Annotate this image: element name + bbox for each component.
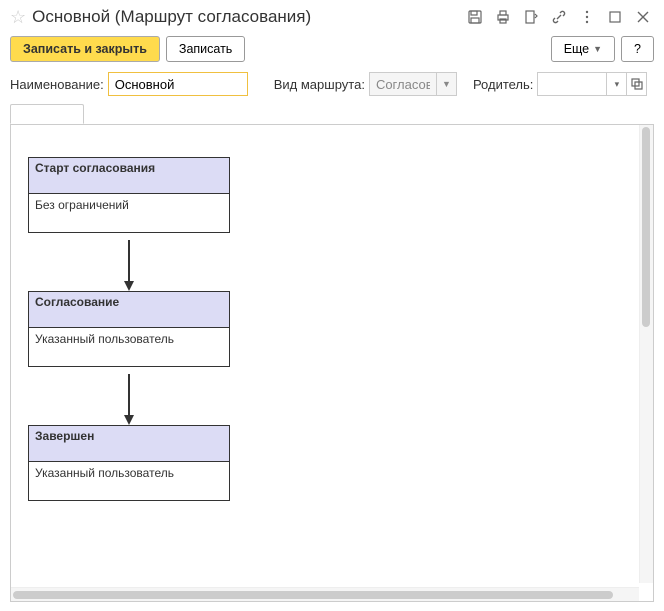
more-button[interactable]: Еще ▼ <box>551 36 615 62</box>
parent-label: Родитель: <box>473 77 533 92</box>
node-body: Без ограничений <box>29 194 229 232</box>
name-label: Наименование: <box>10 77 104 92</box>
horizontal-scrollbar[interactable] <box>11 587 639 601</box>
scrollbar-thumb[interactable] <box>13 591 613 599</box>
print-icon[interactable] <box>492 6 514 28</box>
type-label: Вид маршрута: <box>274 77 365 92</box>
node-title: Завершен <box>29 426 229 462</box>
node-body: Указанный пользователь <box>29 328 229 366</box>
parent-input[interactable] <box>537 72 607 96</box>
parent-dropdown-icon[interactable]: ▾ <box>607 72 627 96</box>
node-complete[interactable]: Завершен Указанный пользователь <box>28 425 230 501</box>
name-input[interactable] <box>108 72 248 96</box>
chevron-down-icon: ▼ <box>593 44 602 54</box>
node-title: Старт согласования <box>29 158 229 194</box>
connector-arrow <box>128 374 130 417</box>
diagram-canvas[interactable]: Старт согласования Без ограничений Согла… <box>10 124 654 602</box>
document-icon[interactable] <box>520 6 542 28</box>
close-icon[interactable] <box>632 6 654 28</box>
node-start[interactable]: Старт согласования Без ограничений <box>28 157 230 233</box>
maximize-icon[interactable] <box>604 6 626 28</box>
arrow-head-icon <box>124 281 134 291</box>
scrollbar-thumb[interactable] <box>642 127 650 327</box>
route-type-input[interactable] <box>369 72 437 96</box>
connector-arrow <box>128 240 130 283</box>
node-approval[interactable]: Согласование Указанный пользователь <box>28 291 230 367</box>
arrow-head-icon <box>124 415 134 425</box>
more-button-label: Еще <box>564 42 589 56</box>
save-icon[interactable] <box>464 6 486 28</box>
vertical-scrollbar[interactable] <box>639 125 653 583</box>
link-icon[interactable] <box>548 6 570 28</box>
save-and-close-button[interactable]: Записать и закрыть <box>10 36 160 62</box>
parent-open-icon[interactable] <box>627 72 647 96</box>
route-type-dropdown-icon[interactable]: ▼ <box>437 72 457 96</box>
page-title: Основной (Маршрут согласования) <box>32 7 311 27</box>
tab-diagram[interactable] <box>10 104 84 124</box>
save-button[interactable]: Записать <box>166 36 245 62</box>
help-button[interactable]: ? <box>621 36 654 62</box>
favorite-star-icon[interactable]: ☆ <box>10 7 26 28</box>
node-body: Указанный пользователь <box>29 462 229 500</box>
node-title: Согласование <box>29 292 229 328</box>
more-vertical-icon[interactable] <box>576 6 598 28</box>
